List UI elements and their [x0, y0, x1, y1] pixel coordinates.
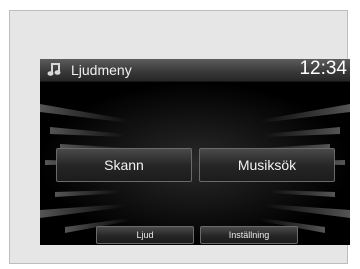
sound-button[interactable]: Ljud [96, 226, 194, 244]
figure-frame: Ljudmeny 12:34 Skann Musiksök Ljud Instä… [9, 10, 350, 264]
settings-button[interactable]: Inställning [200, 226, 298, 244]
music-search-button[interactable]: Musiksök [199, 148, 335, 182]
clock: 12:34 [299, 59, 347, 79]
header-bar: Ljudmeny 12:34 [40, 59, 350, 82]
music-note-icon [47, 62, 61, 77]
page-title: Ljudmeny [71, 62, 132, 78]
scan-button[interactable]: Skann [56, 148, 192, 182]
audio-menu-screen: Ljudmeny 12:34 Skann Musiksök Ljud Instä… [40, 59, 350, 245]
